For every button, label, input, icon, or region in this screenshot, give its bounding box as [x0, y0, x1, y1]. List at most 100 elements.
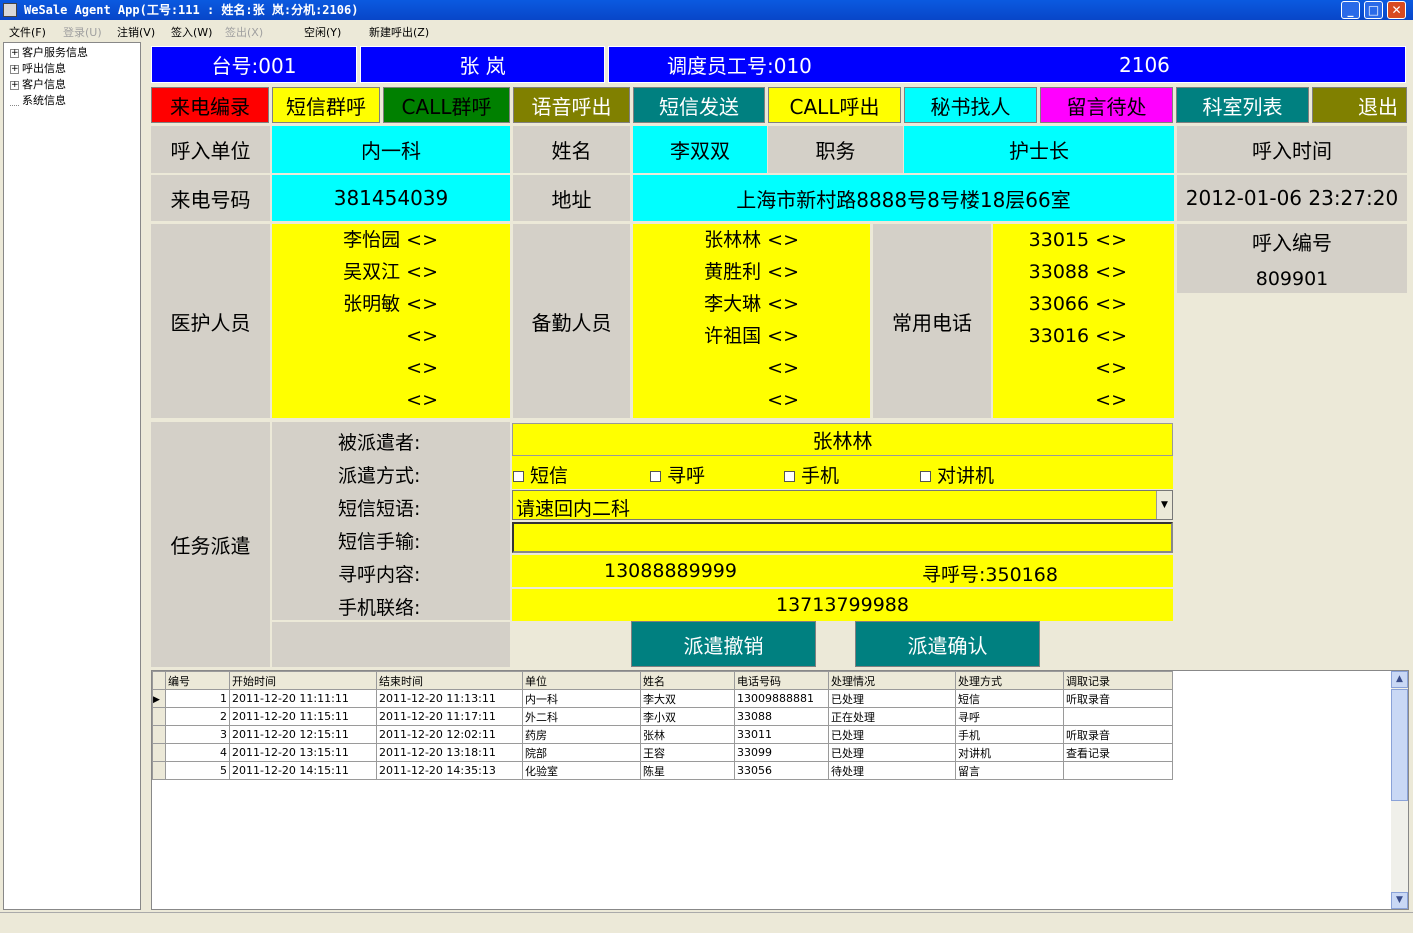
tree-item-outbound[interactable]: + 呼出信息: [10, 61, 66, 77]
scroll-down-icon[interactable]: ▼: [1391, 892, 1408, 909]
pager-content-field[interactable]: 13088889999 寻呼号:350168: [512, 555, 1173, 587]
minimize-button[interactable]: _: [1341, 1, 1360, 19]
sms-send-button[interactable]: 短信发送: [633, 87, 765, 123]
column-header-phone[interactable]: 电话号码: [734, 671, 829, 690]
table-row[interactable]: 5 2011-12-20 14:15:11 2011-12-20 14:35:1…: [152, 761, 1173, 780]
list-item[interactable]: <>: [767, 384, 799, 416]
list-item[interactable]: 张林林 <>: [704, 224, 799, 256]
list-item[interactable]: <>: [1095, 384, 1127, 416]
list-item[interactable]: <>: [1095, 352, 1127, 384]
cell-start: 2011-12-20 14:15:11: [229, 761, 377, 780]
table-row[interactable]: ▶ 1 2011-12-20 11:11:11 2011-12-20 11:13…: [152, 689, 1173, 708]
close-button[interactable]: ✕: [1387, 1, 1406, 19]
cell-record[interactable]: 听取录音: [1063, 689, 1173, 708]
vertical-scrollbar[interactable]: ▲ ▼: [1391, 671, 1408, 909]
cell-phone: 13009888881: [734, 689, 829, 708]
column-header-name[interactable]: 姓名: [640, 671, 735, 690]
maximize-button[interactable]: □: [1364, 1, 1383, 19]
column-header-record[interactable]: 调取记录: [1063, 671, 1173, 690]
method-intercom-checkbox[interactable]: 对讲机: [920, 461, 994, 488]
column-header-status[interactable]: 处理情况: [828, 671, 956, 690]
list-item[interactable]: <>: [767, 352, 799, 384]
call-number: 809901: [1255, 268, 1329, 290]
expand-icon[interactable]: +: [10, 48, 19, 58]
menu-new-call[interactable]: 新建呼出(Z): [369, 24, 429, 40]
cell-id: 4: [165, 743, 230, 762]
checkbox-icon[interactable]: [784, 471, 795, 482]
voicemail-pending-button[interactable]: 留言待处: [1040, 87, 1173, 123]
cell-phone: 33088: [734, 707, 829, 726]
list-item[interactable]: 李怡园 <>: [343, 224, 438, 256]
scroll-thumb[interactable]: [1391, 689, 1408, 801]
method-pager-checkbox[interactable]: 寻呼: [650, 461, 705, 488]
menu-idle[interactable]: 空闲(Y): [304, 24, 341, 40]
list-item[interactable]: 李大琳 <>: [704, 288, 799, 320]
cell-end: 2011-12-20 13:18:11: [376, 743, 523, 762]
exit-button[interactable]: 退出: [1312, 87, 1407, 123]
list-item[interactable]: 吴双江 <>: [343, 256, 438, 288]
dispatch-target: 张林林: [512, 423, 1173, 456]
caller-title: 护士长: [904, 126, 1174, 173]
list-item[interactable]: 张明敏 <>: [343, 288, 438, 320]
column-header-end[interactable]: 结束时间: [376, 671, 523, 690]
cell-id: 1: [165, 689, 230, 708]
column-header-unit[interactable]: 单位: [522, 671, 641, 690]
list-item[interactable]: 33016 <>: [1029, 320, 1127, 352]
cell-record[interactable]: [1063, 761, 1173, 780]
menu-login[interactable]: 登录(U): [63, 24, 102, 40]
expand-icon[interactable]: +: [10, 80, 19, 90]
method-mobile-checkbox[interactable]: 手机: [784, 461, 839, 488]
menu-logout[interactable]: 注销(V): [117, 24, 155, 40]
table-row[interactable]: 4 2011-12-20 13:15:11 2011-12-20 13:18:1…: [152, 743, 1173, 762]
checkbox-icon[interactable]: [650, 471, 661, 482]
table-row[interactable]: 2 2011-12-20 11:15:11 2011-12-20 11:17:1…: [152, 707, 1173, 726]
menu-file[interactable]: 文件(F): [9, 24, 46, 40]
checkbox-icon[interactable]: [920, 471, 931, 482]
dispatch-cancel-button[interactable]: 派遣撤销: [631, 621, 816, 667]
sms-input-label: 短信手输:: [338, 531, 421, 553]
tree-item-customer-service[interactable]: + 客户服务信息: [10, 45, 88, 61]
scroll-up-icon[interactable]: ▲: [1391, 671, 1408, 688]
medical-staff-label: 医护人员: [151, 224, 270, 418]
list-item[interactable]: <>: [406, 320, 438, 352]
list-item[interactable]: 33066 <>: [1029, 288, 1127, 320]
secretary-find-button[interactable]: 秘书找人: [904, 87, 1037, 123]
title-bar[interactable]: WeSale Agent App(工号:111 : 姓名:张 岚:分机:2106…: [0, 0, 1413, 20]
checkbox-icon[interactable]: [513, 471, 524, 482]
tree-item-system[interactable]: 系统信息: [10, 93, 66, 109]
expand-icon[interactable]: +: [10, 64, 19, 74]
tree-item-customer[interactable]: + 客户信息: [10, 77, 66, 93]
sms-template-select[interactable]: 请速回内二科 ▼: [512, 490, 1173, 520]
call-out-button[interactable]: CALL呼出: [768, 87, 901, 123]
department-list-button[interactable]: 科室列表: [1176, 87, 1309, 123]
call-group-button[interactable]: CALL群呼: [383, 87, 510, 123]
column-header-start[interactable]: 开始时间: [229, 671, 377, 690]
list-item[interactable]: 许祖国 <>: [704, 320, 799, 352]
tree-line-icon: [10, 97, 19, 106]
voice-call-button[interactable]: 语音呼出: [513, 87, 630, 123]
menu-checkin[interactable]: 签入(W): [171, 24, 212, 40]
cell-record[interactable]: [1063, 707, 1173, 726]
splitter[interactable]: [145, 42, 150, 910]
sms-group-call-button[interactable]: 短信群呼: [272, 87, 380, 123]
method-sms-checkbox[interactable]: 短信: [513, 461, 568, 488]
incoming-log-button[interactable]: 来电编录: [151, 87, 269, 123]
menu-bar: 文件(F) 登录(U) 注销(V) 签入(W) 签出(X) 空闲(Y) 新建呼出…: [0, 20, 1413, 40]
list-item[interactable]: <>: [406, 352, 438, 384]
column-header-id[interactable]: 编号: [165, 671, 230, 690]
list-item[interactable]: 黄胜利 <>: [704, 256, 799, 288]
dropdown-arrow-icon[interactable]: ▼: [1156, 491, 1172, 519]
cell-record[interactable]: 查看记录: [1063, 743, 1173, 762]
common-phones-label: 常用电话: [873, 224, 991, 418]
cell-record[interactable]: 听取录音: [1063, 725, 1173, 744]
list-item[interactable]: <>: [406, 384, 438, 416]
mobile-contact-field[interactable]: 13713799988: [512, 589, 1173, 621]
common-phones-list: 33015 <> 33088 <> 33066 <> 33016 <> <> <…: [993, 224, 1174, 418]
column-header-method[interactable]: 处理方式: [955, 671, 1064, 690]
menu-checkout[interactable]: 签出(X): [225, 24, 263, 40]
dispatch-confirm-button[interactable]: 派遣确认: [855, 621, 1040, 667]
sms-input-field[interactable]: [512, 522, 1173, 553]
list-item[interactable]: 33015 <>: [1029, 224, 1127, 256]
table-row[interactable]: 3 2011-12-20 12:15:11 2011-12-20 12:02:1…: [152, 725, 1173, 744]
list-item[interactable]: 33088 <>: [1029, 256, 1127, 288]
